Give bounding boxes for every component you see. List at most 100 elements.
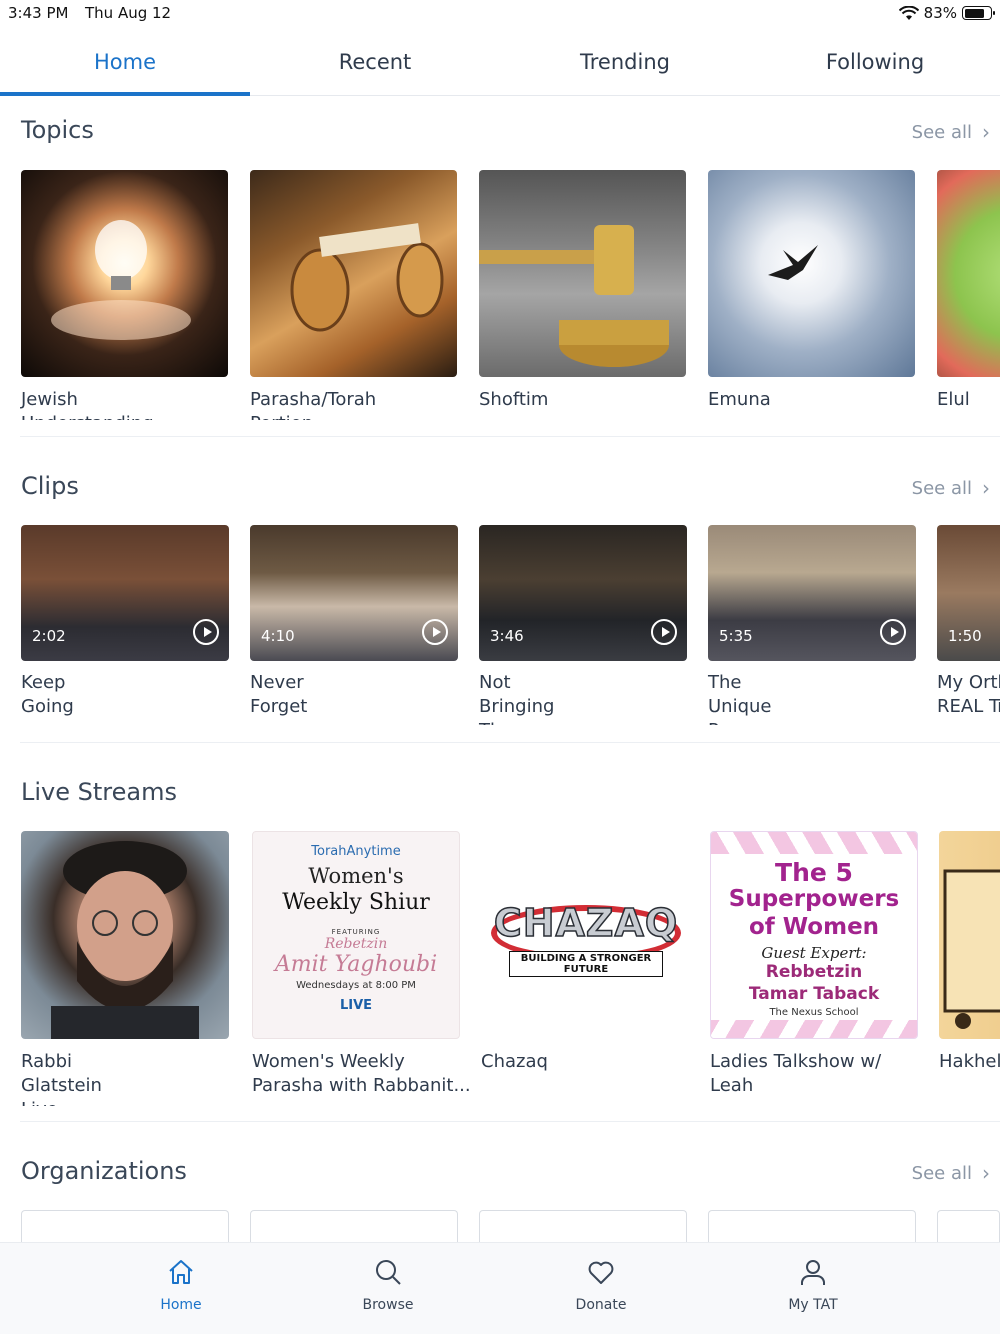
tab-recent[interactable]: Recent [250,32,500,95]
chevron-right-icon: › [982,120,990,144]
label-line2: Leah [710,1075,754,1096]
heart-icon [588,1261,614,1284]
topic-image [937,170,1000,377]
battery-icon [962,6,995,20]
nav-browse[interactable]: Browse [328,1257,448,1313]
section-divider [20,1121,1000,1122]
rabbi-portrait [51,841,199,1039]
clip-label-line2: REAL Tr [937,696,1000,717]
see-all-label: See all [911,1162,972,1184]
clip-thumbnail: 3:46 [479,525,687,661]
poster-schedule: Wednesdays at 8:00 PM [296,980,416,991]
live-stream-poster: The 5 Superpowers of Women Guest Expert:… [710,831,918,1039]
poster-line2: Superpowers [728,886,900,912]
clips-title: Clips [21,472,79,500]
home-icon [169,1260,193,1284]
wifi-icon [898,5,919,20]
status-date: Thu Aug 12 [85,4,172,22]
poster-featuring: FEATURING [331,928,381,936]
live-stream-label: Women's Weekly Parasha with Rabbanit... [252,1050,471,1098]
topics-title: Topics [21,116,94,144]
clip-thumbnail: 2:02 [21,525,229,661]
clip-label: Not Bringing The Guilt [479,672,555,725]
poster-line5: Rebbetzin [765,962,863,982]
chazaq-logo: CHAZAQ BUILDING A STRONGER FUTURE [491,893,681,977]
clip-label: Keep Going [21,672,74,717]
poster-line4: Guest Expert: [761,944,867,962]
topic-label: Elul [937,389,970,410]
live-stream-label: Chazaq [481,1051,548,1072]
status-bar: 3:43 PM Thu Aug 12 83% [0,0,1000,28]
clips-see-all[interactable]: See all › [912,476,990,500]
topic-label: Emuna [708,389,771,410]
bottom-nav: Home Browse Donate My TAT [0,1242,1000,1334]
tab-trending[interactable]: Trending [500,32,750,95]
play-icon[interactable] [193,619,219,645]
gavel-icon [479,225,669,367]
clips-row: 2:02 Keep Going 4:10 Never Forget 3:46 N… [0,525,1000,725]
logo-word: CHAZAQ [493,900,679,946]
nav-label: Home [160,1297,202,1313]
poster-border [711,832,917,854]
logo-tagline: BUILDING A STRONGER FUTURE [509,951,663,977]
scroll-icon [943,869,1000,1029]
see-all-label: See all [911,477,972,499]
topic-image [21,170,228,377]
topics-see-all[interactable]: See all › [912,120,990,144]
topics-row: Jewish Understanding Parasha/Torah Porti… [0,170,1000,420]
topic-label: Shoftim [479,389,549,410]
topic-label: Jewish Understanding [21,389,154,420]
poster-live-badge: LIVE [339,998,373,1013]
poster-line1: Women's [308,864,404,888]
clip-thumbnail: 5:35 [708,525,916,661]
live-stream-image [21,831,229,1039]
play-icon[interactable] [422,619,448,645]
status-right: 83% [898,4,995,22]
clip-label-line1: My Orth [937,672,1000,693]
poster-border [711,1020,917,1038]
battery-percent: 83% [923,4,957,22]
clip-label: My Orth REAL Tr [937,671,1000,719]
poster-name2: Amit Yaghoubi [274,952,438,977]
play-icon[interactable] [651,619,677,645]
nav-label: Donate [575,1297,627,1313]
section-divider [20,742,1000,743]
poster-line7: The Nexus School [769,1007,859,1018]
live-streams-title: Live Streams [21,778,177,806]
tab-home[interactable]: Home [0,32,250,96]
poster-line2: Weekly Shiur [282,890,430,915]
torah-scroll-icon [290,223,444,332]
clip-duration: 4:10 [261,627,295,645]
nav-label: Browse [362,1297,414,1313]
play-icon[interactable] [880,619,906,645]
poster-line6: Tamar Taback [748,984,880,1004]
label-line2: Parasha with Rabbanit... [252,1075,471,1096]
organizations-see-all[interactable]: See all › [912,1161,990,1185]
clip-duration: 2:02 [32,627,66,645]
chevron-right-icon: › [982,1161,990,1185]
label-line1: Ladies Talkshow w/ [710,1051,882,1072]
live-stream-poster [939,831,1000,1039]
clip-thumbnail: 4:10 [250,525,458,661]
live-streams-row: Rabbi Glatstein Live TorahAnytime Women'… [0,831,1000,1106]
poster-line1: The 5 [775,858,853,887]
top-tabs: Home Recent Trending Following [0,32,1000,96]
tab-following[interactable]: Following [750,32,1000,95]
clip-duration: 5:35 [719,627,753,645]
topic-image [250,170,457,377]
nav-donate[interactable]: Donate [541,1257,661,1313]
clip-thumbnail: 1:50 [937,525,1000,661]
see-all-label: See all [911,121,972,143]
topic-image [479,170,686,377]
clip-label: Never Forget [250,672,308,717]
live-stream-poster: CHAZAQ BUILDING A STRONGER FUTURE [481,831,689,1039]
person-icon [801,1260,825,1285]
topic-label: Parasha/Torah Portion [250,389,377,420]
nav-my-tat[interactable]: My TAT [753,1257,873,1313]
live-stream-poster: TorahAnytime Women's Weekly Shiur FEATUR… [252,831,460,1039]
search-icon [376,1260,401,1285]
poster-name1: Rebetzin [324,936,388,952]
bird-icon [768,245,818,280]
poster-brand: TorahAnytime [311,844,401,859]
nav-home[interactable]: Home [121,1257,241,1313]
